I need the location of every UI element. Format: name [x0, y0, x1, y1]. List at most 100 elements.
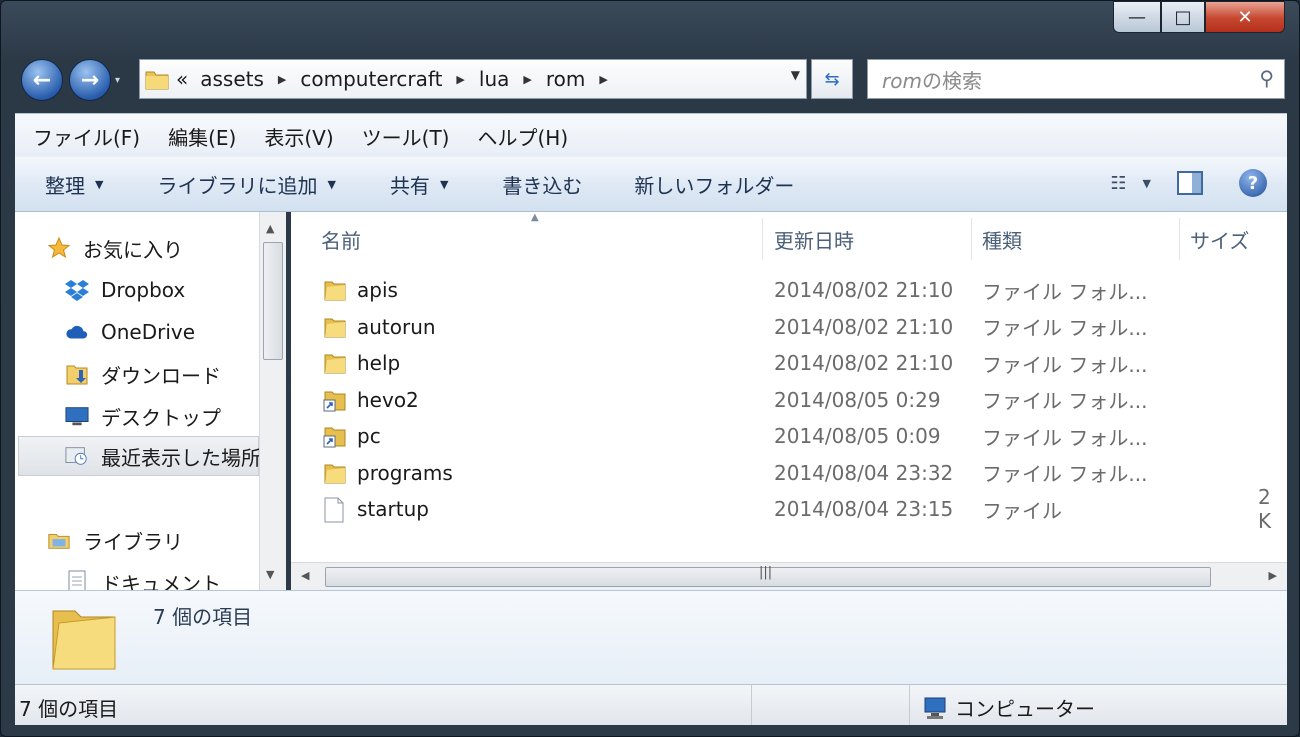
burn-button[interactable]: 書き込む	[502, 170, 582, 199]
close-button[interactable]: ✕	[1205, 1, 1285, 33]
desktop-icon	[65, 404, 89, 428]
breadcrumb-overflow[interactable]: «	[176, 67, 188, 91]
add-to-library-button[interactable]: ライブラリに追加 ▼	[157, 170, 335, 199]
chevron-down-icon: ▼	[439, 177, 449, 191]
file-row[interactable]: hevo2 2014/08/05 0:29 ファイル フォル...	[321, 382, 1287, 418]
preview-pane-icon[interactable]	[1177, 171, 1203, 195]
file-name: startup	[357, 497, 429, 521]
file-row[interactable]: programs 2014/08/04 23:32 ファイル フォル...	[321, 455, 1287, 491]
nav-item-favorites[interactable]: お気に入り	[47, 228, 183, 268]
chevron-down-icon: ▼	[1142, 176, 1151, 190]
file-name: apis	[357, 278, 398, 302]
breadcrumb-rom[interactable]: rom	[546, 67, 586, 91]
menu-edit[interactable]: 編集(E)	[168, 122, 236, 151]
column-header-name[interactable]: 名前	[311, 218, 763, 260]
file-type: ファイル フォル...	[982, 279, 1148, 304]
scroll-right-icon[interactable]: ▶	[1269, 569, 1277, 582]
back-button[interactable]: ←	[21, 59, 63, 101]
minimize-button[interactable]: —	[1113, 1, 1161, 33]
breadcrumb-separator-icon[interactable]: ▶	[599, 73, 607, 86]
file-type: ファイル	[982, 498, 1062, 523]
computer-icon	[924, 697, 946, 719]
file-date: 2014/08/05 0:09	[774, 424, 941, 448]
file-row[interactable]: help 2014/08/02 21:10 ファイル フォル...	[321, 345, 1287, 381]
nav-item-dropbox[interactable]: Dropbox	[65, 270, 185, 310]
change-view-button[interactable]: ☷ ▼	[1110, 173, 1151, 194]
navigation-pane-scrollbar[interactable]: ▲ ▼	[259, 212, 286, 590]
nav-item-onedrive[interactable]: OneDrive	[65, 312, 195, 352]
nav-item-documents[interactable]: ドキュメント	[65, 562, 221, 590]
cloud-icon	[65, 320, 89, 344]
column-header-size[interactable]: サイズ	[1180, 218, 1287, 260]
search-placeholder: romの検索	[882, 68, 982, 93]
file-row[interactable]: autorun 2014/08/02 21:10 ファイル フォル...	[321, 309, 1287, 345]
status-item-count: 7 個の項目	[19, 697, 119, 721]
file-name: autorun	[357, 314, 436, 339]
recent-pages-dropdown[interactable]: ▾	[115, 75, 120, 86]
scroll-left-icon[interactable]: ◀	[301, 569, 309, 582]
file-type: ファイル フォル...	[982, 389, 1148, 413]
menu-file[interactable]: ファイル(F)	[33, 122, 140, 151]
file-row[interactable]: pc 2014/08/05 0:09 ファイル フォル...	[321, 418, 1287, 454]
new-folder-button[interactable]: 新しいフォルダー	[634, 170, 794, 199]
menu-tools[interactable]: ツール(T)	[362, 122, 450, 151]
forward-button[interactable]: →	[69, 59, 111, 101]
file-icon	[323, 497, 347, 523]
breadcrumb-computercraft[interactable]: computercraft	[300, 67, 442, 91]
file-date: 2014/08/04 23:32	[774, 460, 954, 485]
file-type: ファイル フォル...	[982, 425, 1148, 450]
share-button[interactable]: 共有 ▼	[390, 170, 448, 199]
command-bar: 整理 ▼ ライブラリに追加 ▼ 共有 ▼ 書き込む 新しいフォルダー ☷ ▼ ?	[15, 157, 1287, 212]
folder-icon	[323, 315, 347, 339]
file-list-horizontal-scrollbar[interactable]: ◀ ||| ▶	[291, 562, 1287, 591]
breadcrumb-separator-icon[interactable]: ▶	[278, 73, 286, 86]
file-name: pc	[357, 424, 381, 448]
file-date: 2014/08/04 23:15	[774, 497, 954, 521]
window-controls: — □ ✕	[1113, 1, 1285, 35]
file-row[interactable]: startup 2014/08/04 23:15 ファイル 2 K	[321, 485, 1287, 533]
status-divider	[751, 685, 752, 725]
scroll-down-icon[interactable]: ▼	[266, 568, 274, 581]
file-date: 2014/08/05 0:29	[774, 387, 941, 412]
file-type: ファイル フォル...	[982, 352, 1148, 377]
item-count: 7 個の項目	[153, 605, 253, 629]
file-date: 2014/08/02 21:10	[774, 278, 954, 302]
nav-item-downloads[interactable]: ダウンロード	[65, 354, 221, 394]
address-dropdown-icon[interactable]: ▼	[791, 68, 800, 82]
scroll-up-icon[interactable]: ▲	[266, 222, 274, 235]
breadcrumb-separator-icon[interactable]: ▶	[523, 73, 531, 86]
file-row[interactable]: apis 2014/08/02 21:10 ファイル フォル...	[321, 272, 1287, 308]
maximize-button[interactable]: □	[1161, 1, 1205, 33]
search-input[interactable]: romの検索 ⚲	[867, 59, 1285, 99]
file-date: 2014/08/02 21:10	[774, 351, 954, 375]
status-bar: 7 個の項目 コンピューター	[15, 684, 1287, 725]
refresh-button[interactable]: ⇆	[811, 59, 853, 99]
downloads-folder-icon	[65, 362, 89, 386]
column-header-type[interactable]: 種類	[972, 218, 1180, 260]
menu-view[interactable]: 表示(V)	[264, 122, 333, 151]
shortcut-folder-icon	[323, 424, 347, 448]
breadcrumb-separator-icon[interactable]: ▶	[456, 73, 464, 86]
file-date: 2014/08/02 21:10	[774, 314, 954, 339]
menu-help[interactable]: ヘルプ(H)	[477, 122, 568, 151]
folder-icon	[323, 351, 347, 375]
nav-item-recent-places[interactable]: 最近表示した場所	[18, 436, 259, 476]
status-divider	[909, 685, 910, 725]
search-icon[interactable]: ⚲	[1259, 66, 1274, 90]
nav-item-desktop[interactable]: デスクトップ	[65, 396, 221, 436]
organize-button[interactable]: 整理 ▼	[45, 170, 103, 199]
navigation-pane: お気に入り Dropbox OneDrive ダウンロード デスクトップ 最近表…	[15, 212, 259, 590]
breadcrumb-assets[interactable]: assets	[200, 67, 264, 91]
breadcrumb-lua[interactable]: lua	[479, 67, 510, 91]
address-bar[interactable]: « assets ▶ computercraft ▶ lua ▶ rom ▶ ▼	[139, 59, 807, 99]
column-header-date[interactable]: 更新日時	[764, 218, 972, 260]
file-name: help	[357, 351, 401, 375]
nav-item-libraries[interactable]: ライブラリ	[47, 520, 183, 560]
file-type: ファイル フォル...	[982, 316, 1148, 340]
status-location: コンピューター	[921, 693, 1095, 722]
chevron-down-icon: ▼	[95, 177, 104, 191]
help-icon[interactable]: ?	[1239, 169, 1267, 197]
scrollbar-thumb[interactable]	[263, 242, 283, 360]
file-size: 2 K	[1258, 485, 1272, 533]
file-name: programs	[357, 460, 453, 485]
